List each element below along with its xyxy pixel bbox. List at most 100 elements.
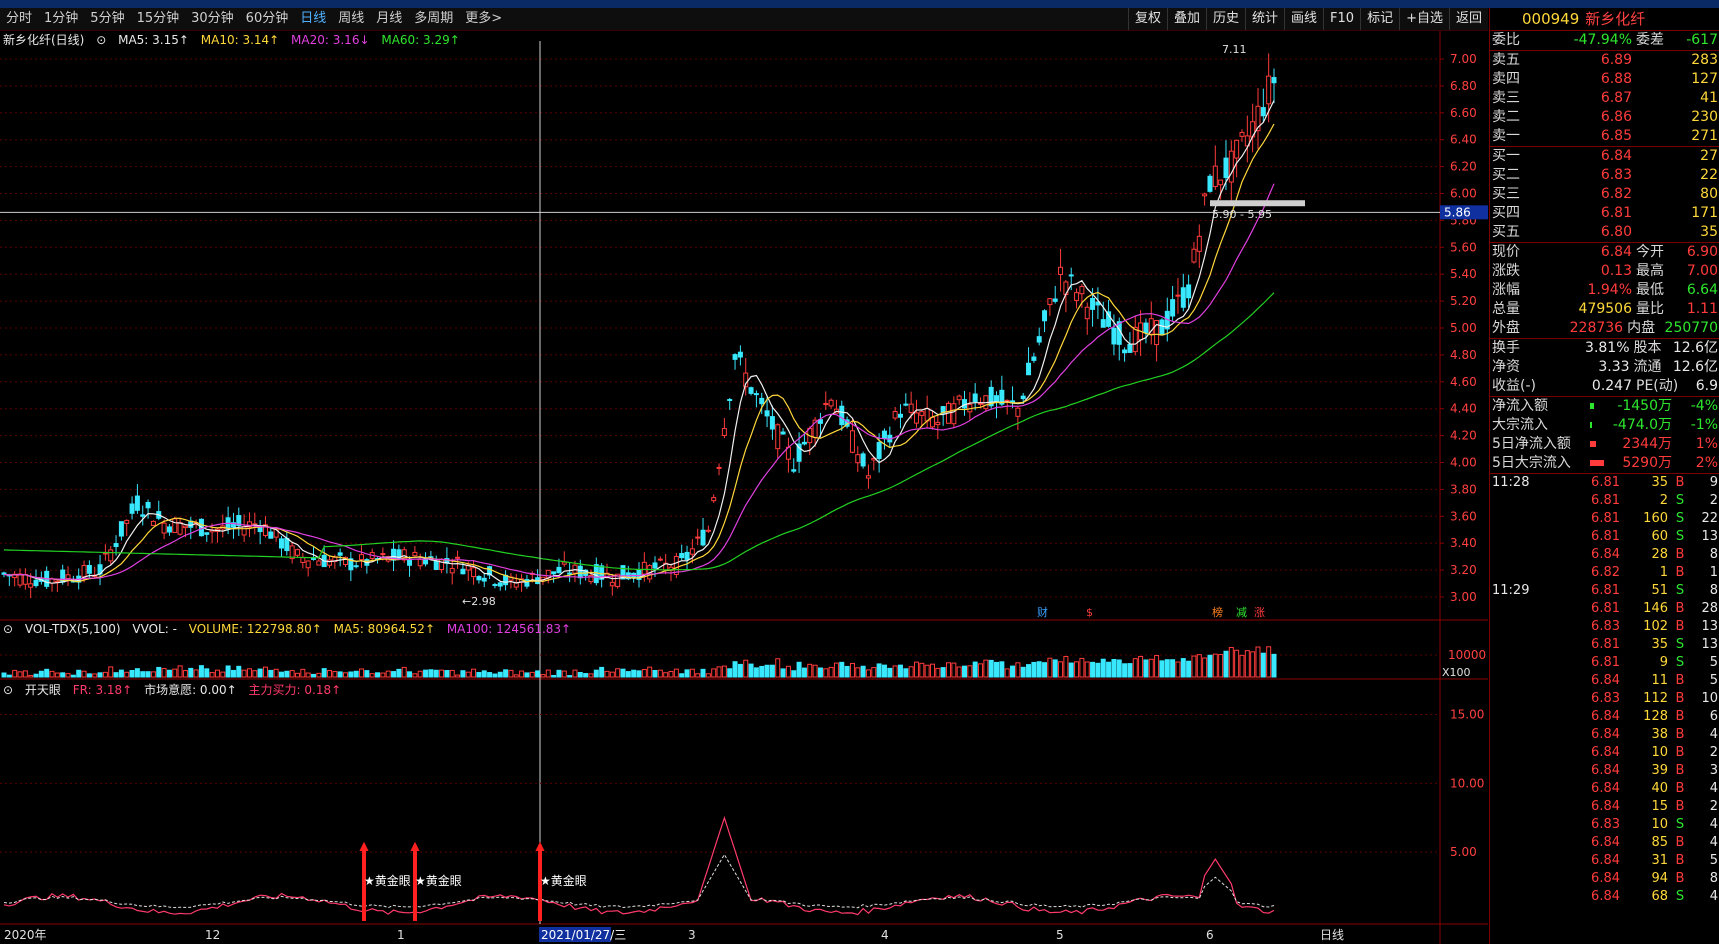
candle-body: [439, 558, 445, 571]
period-tab-10[interactable]: 更多>: [459, 8, 508, 30]
gear-icon[interactable]: ⊙: [3, 622, 13, 636]
gear-icon[interactable]: ⊙: [3, 683, 13, 697]
volume-bar: [65, 673, 71, 678]
candle-body: [1266, 75, 1272, 105]
ma5-label: MA5: 3.15↑: [118, 33, 189, 47]
chart-background: [0, 31, 1488, 944]
candle-body: [828, 399, 834, 407]
money-flow-pct: 2%: [1695, 455, 1718, 471]
period-tab-1[interactable]: 1分钟: [38, 8, 84, 30]
tool-button-6[interactable]: 标记: [1360, 8, 1399, 30]
ask-row[interactable]: 卖一 6.85 271: [1490, 127, 1719, 146]
tick-count: 5: [1709, 655, 1718, 670]
volume-bar: [294, 672, 300, 678]
period-tab-4[interactable]: 30分钟: [185, 8, 240, 30]
tick-volume: 146: [1643, 601, 1668, 616]
volume-bar: [1116, 659, 1122, 678]
volume-bar: [599, 666, 605, 678]
volume-bar: [796, 661, 802, 678]
period-tab-7[interactable]: 周线: [332, 8, 370, 30]
tool-button-8[interactable]: 返回: [1448, 8, 1488, 30]
tick-list[interactable]: 11:28 6.81 35 B 9 6.81 2 S 2 6.81 160 S 22 6.81 60 S 13 6…: [1490, 474, 1719, 906]
tool-button-1[interactable]: 叠加: [1166, 8, 1206, 30]
ratio-label: 委比: [1492, 32, 1520, 48]
volume-bar: [1212, 653, 1218, 678]
bid-label: 买一: [1492, 148, 1520, 164]
tick-side: B: [1675, 835, 1685, 850]
volume-bar: [487, 672, 493, 678]
tool-button-0[interactable]: 复权: [1127, 8, 1167, 30]
period-tab-2[interactable]: 5分钟: [84, 8, 130, 30]
ask-row[interactable]: 卖五 6.89 283: [1490, 51, 1719, 70]
tick-volume: 60: [1651, 529, 1668, 544]
volume-bar: [668, 670, 674, 678]
money-flow-value: 5290万: [1622, 455, 1672, 471]
volume-bar: [1132, 658, 1138, 678]
tool-button-3[interactable]: 统计: [1245, 8, 1284, 30]
bid-row[interactable]: 买五 6.80 35: [1490, 223, 1719, 242]
volume-bar: [919, 662, 925, 678]
volume-bar: [999, 661, 1005, 678]
volume-bar: [145, 671, 151, 678]
volume-bar: [1020, 666, 1026, 678]
bid-row[interactable]: 买一 6.84 27: [1490, 147, 1719, 166]
tick-side: B: [1675, 853, 1685, 868]
tick-price: 6.81: [1591, 529, 1620, 544]
volume-unit-label: X100: [1442, 666, 1471, 679]
period-tab-6[interactable]: 日线: [294, 8, 332, 30]
tick-count: 2: [1709, 493, 1718, 508]
volume-bar: [716, 666, 722, 678]
period-tab-3[interactable]: 15分钟: [131, 8, 186, 30]
volume-bar: [134, 668, 140, 678]
bid-row[interactable]: 买三 6.82 80: [1490, 185, 1719, 204]
volume-bar: [737, 663, 743, 678]
volume-bar: [1052, 659, 1058, 678]
ask-label: 卖二: [1492, 109, 1520, 125]
candle-body: [919, 411, 925, 416]
money-flow-label: 大宗流入: [1492, 417, 1548, 433]
volume-bar: [636, 670, 642, 678]
candle-body: [972, 393, 978, 403]
period-tab-0[interactable]: 分时: [0, 8, 38, 30]
volume-bar: [278, 671, 284, 678]
volume-bar: [801, 667, 807, 678]
tick-time: [1490, 618, 1550, 636]
tool-button-4[interactable]: 画线: [1284, 8, 1323, 30]
period-tab-8[interactable]: 月线: [370, 8, 408, 30]
candle-body: [22, 574, 28, 585]
fundamental-value: 12.6亿: [1672, 340, 1718, 356]
candle-body: [1143, 322, 1149, 334]
kline-chart[interactable]: 7.006.806.606.406.206.005.805.605.405.20…: [0, 31, 1488, 944]
volume-bar: [833, 662, 839, 678]
tick-volume: 10: [1651, 817, 1668, 832]
price-tick-label: 6.00: [1450, 187, 1477, 201]
candle-body: [551, 571, 557, 575]
ask-row[interactable]: 卖三 6.87 41: [1490, 89, 1719, 108]
tool-button-5[interactable]: F10: [1323, 8, 1360, 30]
fundamental-value: 3.33: [1598, 359, 1630, 375]
volume-bar: [1111, 659, 1117, 678]
period-tab-5[interactable]: 60分钟: [240, 8, 295, 30]
volume-bar: [556, 669, 562, 678]
quote-value: 0.13: [1600, 263, 1632, 279]
volume-bar: [945, 662, 951, 678]
bid-row[interactable]: 买二 6.83 22: [1490, 166, 1719, 185]
period-tab-9[interactable]: 多周期: [408, 8, 459, 30]
tick-side: S: [1675, 889, 1685, 904]
tool-button-7[interactable]: +自选: [1399, 8, 1449, 30]
tick-count: 4: [1709, 835, 1718, 850]
ask-row[interactable]: 卖四 6.88 127: [1490, 70, 1719, 89]
volume-bar: [903, 668, 909, 678]
volume-bar: [423, 669, 429, 678]
tick-row: 6.84 31 B 5: [1490, 852, 1719, 870]
vol-ma5-label: MA5: 80964.52↑: [333, 622, 435, 636]
price-tick-label: 5.40: [1450, 267, 1477, 281]
tick-volume: 10: [1651, 745, 1668, 760]
bid-row[interactable]: 买四 6.81 171: [1490, 204, 1719, 223]
ask-row[interactable]: 卖二 6.86 230: [1490, 108, 1719, 127]
price-tick-label: 4.40: [1450, 402, 1477, 416]
money-flow-pct: -1%: [1690, 417, 1718, 433]
chevron-down-icon[interactable]: ⊙: [96, 33, 106, 47]
tool-button-2[interactable]: 历史: [1205, 8, 1245, 30]
chart-title: 新乡化纤(日线): [3, 33, 85, 47]
